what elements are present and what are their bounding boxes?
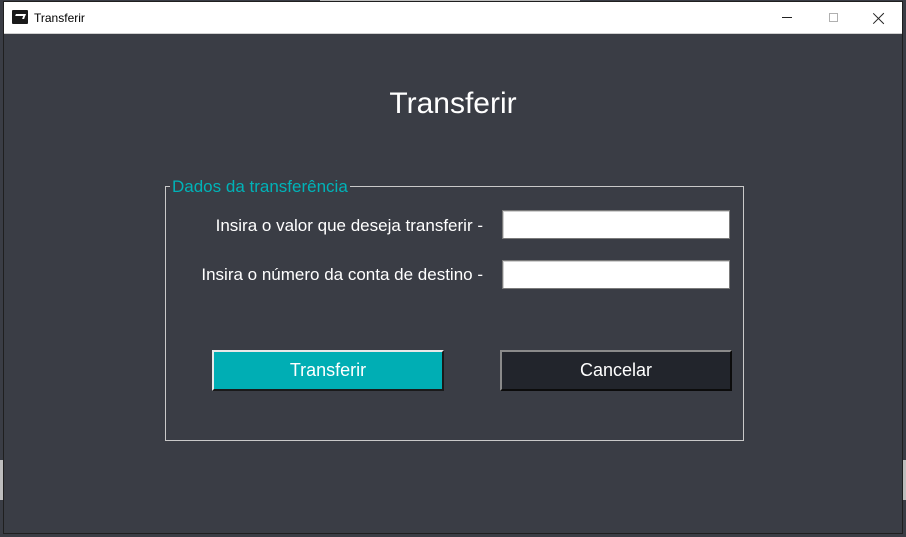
title-bar[interactable]: Transferir bbox=[4, 2, 902, 34]
close-icon bbox=[873, 12, 885, 24]
transfer-button[interactable]: Transferir bbox=[212, 350, 444, 391]
minimize-button[interactable] bbox=[764, 2, 810, 33]
account-number-label: Insira o número da conta de destino - bbox=[201, 265, 483, 284]
minimize-icon bbox=[782, 17, 792, 18]
page-title: Transferir bbox=[389, 87, 517, 120]
maximize-button[interactable] bbox=[810, 2, 856, 33]
amount-label: Insira o valor que deseja transferir - bbox=[215, 216, 483, 235]
window-title: Transferir bbox=[34, 11, 85, 25]
transfer-details-group: Dados da transferência Insira o valor qu… bbox=[165, 177, 744, 441]
maximize-icon bbox=[828, 13, 838, 22]
app-icon bbox=[12, 10, 28, 24]
cancel-button[interactable]: Cancelar bbox=[500, 350, 732, 391]
close-button[interactable] bbox=[856, 2, 902, 33]
account-number-input[interactable] bbox=[502, 260, 730, 289]
amount-input[interactable] bbox=[502, 210, 730, 239]
group-legend: Dados da transferência bbox=[170, 177, 350, 196]
transfer-window: Transferir Transferir Dados da transferê… bbox=[3, 1, 903, 534]
